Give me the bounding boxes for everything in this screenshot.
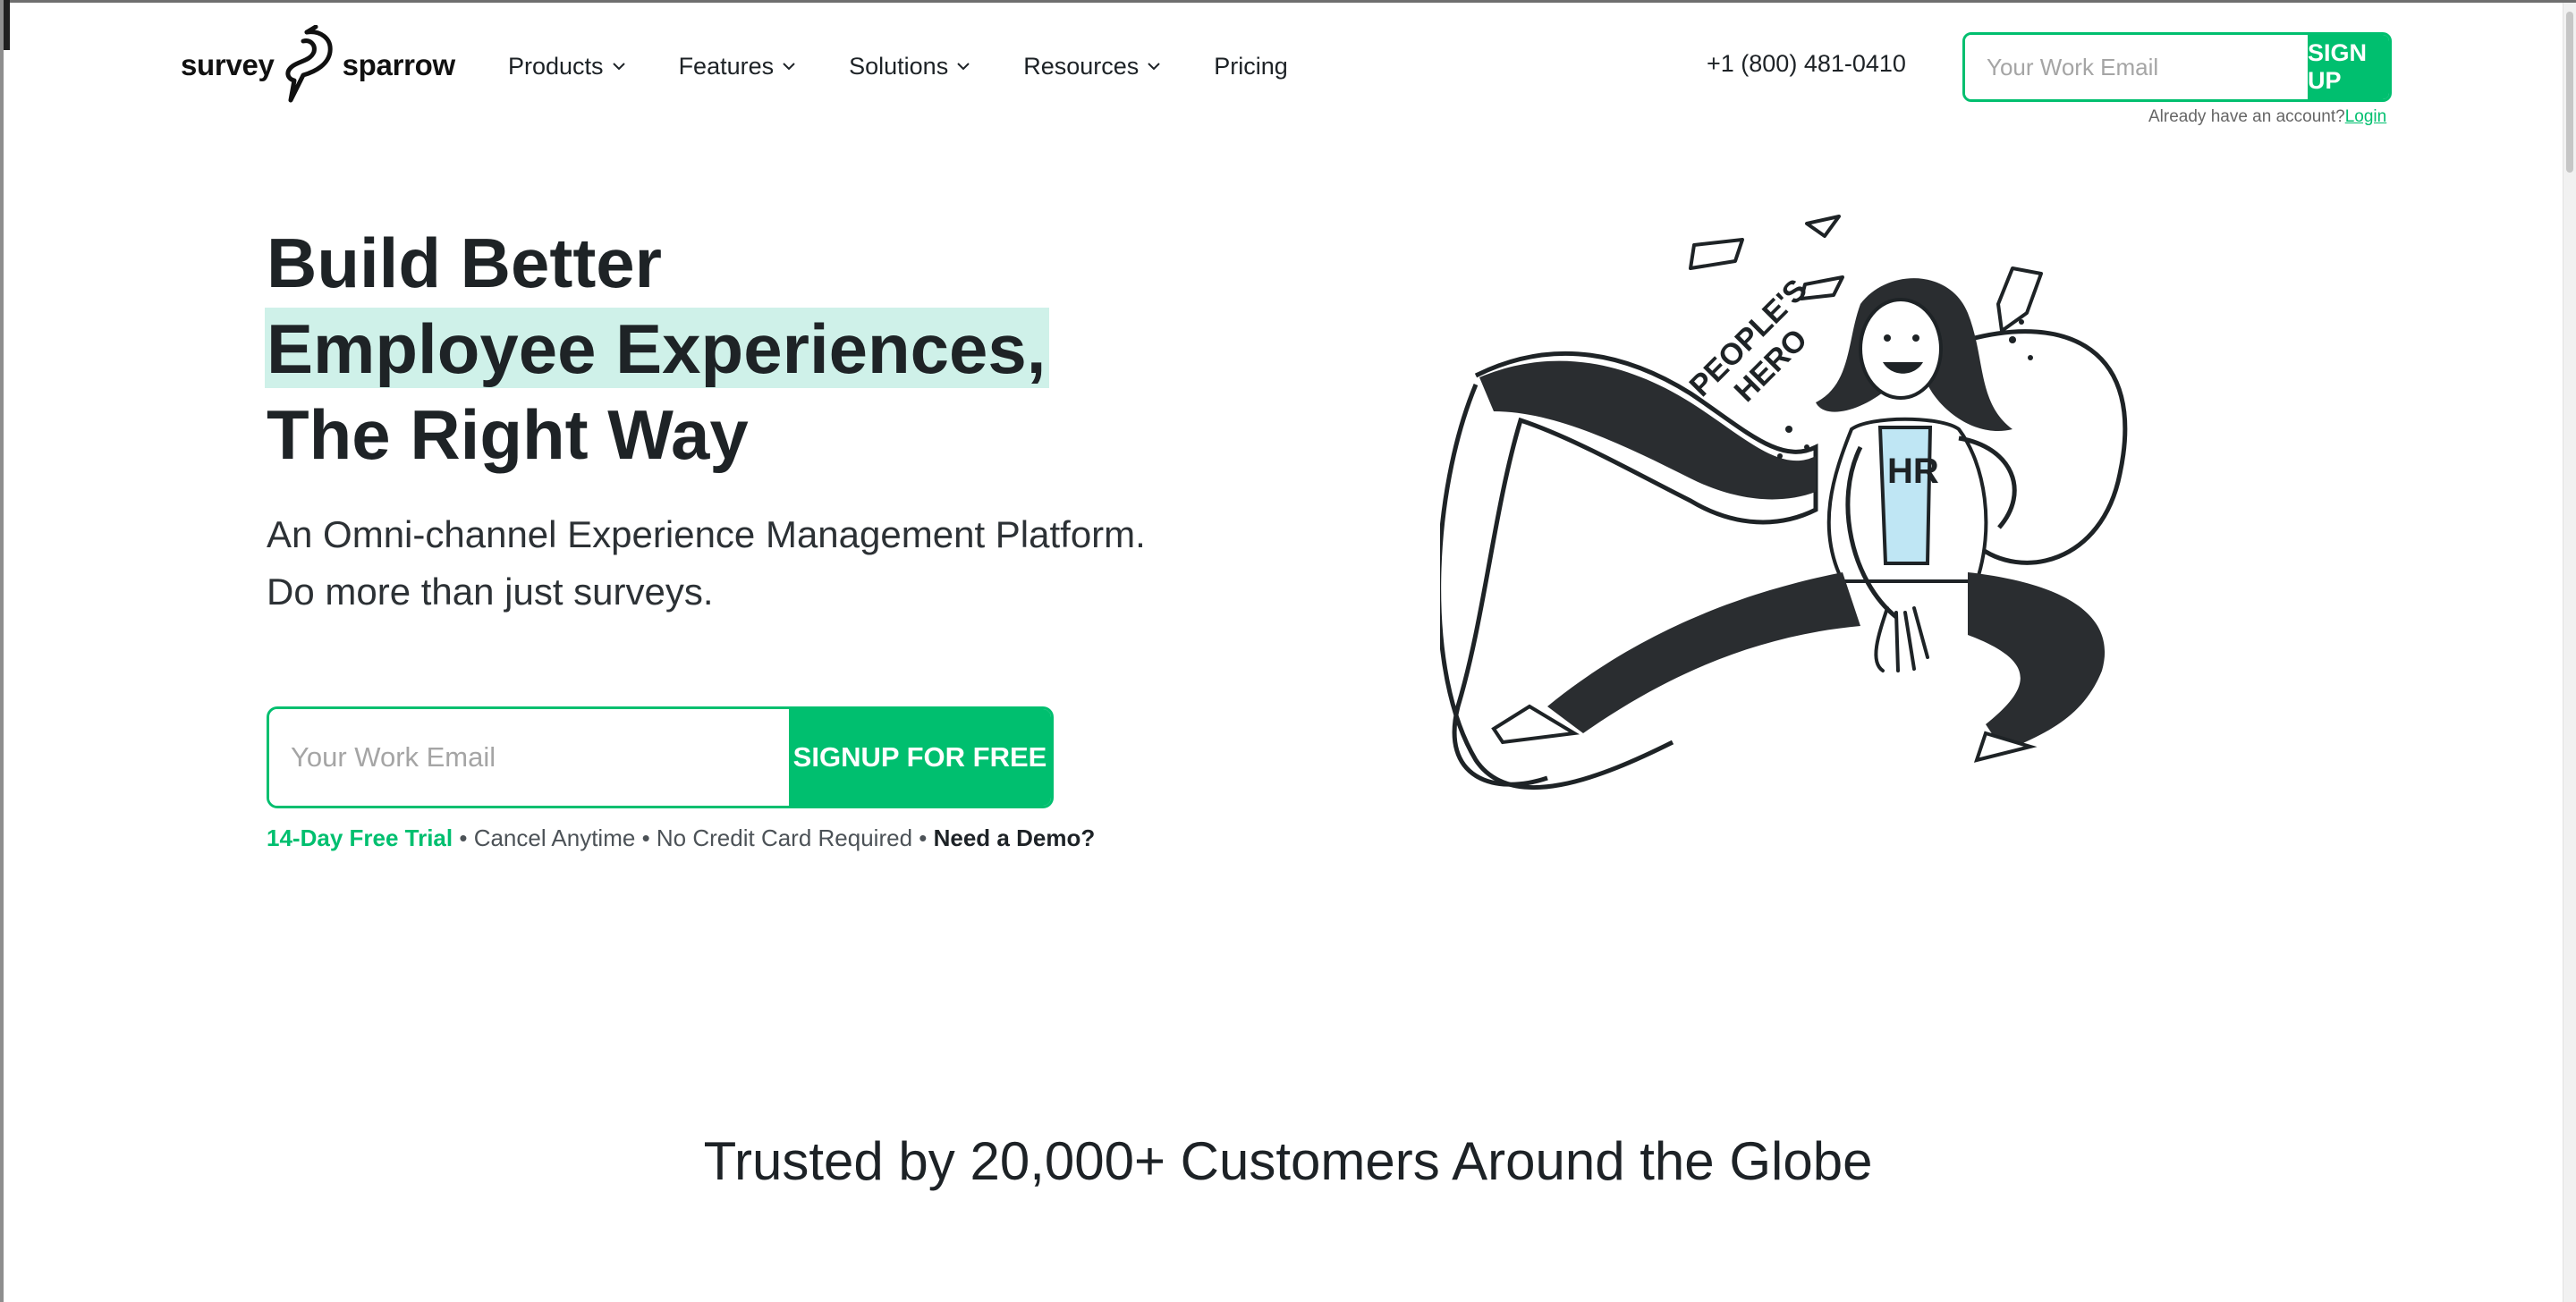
signup-for-free-button[interactable]: SIGNUP FOR FREE [789, 709, 1051, 806]
hero-title-line-1: Build Better [267, 224, 663, 302]
left-leg-shape [1547, 572, 1860, 733]
nav-pricing-label: Pricing [1214, 52, 1288, 80]
hero-title-highlight: Employee Experiences, [265, 308, 1050, 388]
hero-subtitle-line-2: Do more than just surveys. [267, 571, 714, 613]
nav-solutions[interactable]: Solutions [849, 46, 971, 86]
nav-resources[interactable]: Resources [1023, 46, 1162, 86]
hero-subtitle-line-1: An Omni-channel Experience Management Pl… [267, 513, 1146, 555]
page-scrollbar[interactable] [2563, 3, 2576, 1302]
cape-right [1967, 329, 2128, 565]
hr-hero-illustration: PEOPLE'S HERO HR [1440, 215, 2128, 790]
header-email-input[interactable] [1965, 35, 2308, 99]
trial-info: 14-Day Free Trial • Cancel Anytime • No … [267, 824, 1095, 852]
hero-signup-form: SIGNUP FOR FREE [267, 706, 1054, 808]
scrollbar-thumb[interactable] [2566, 12, 2573, 173]
separator: • [635, 824, 657, 851]
nav-products[interactable]: Products [508, 46, 627, 86]
hero-subtitle: An Omni-channel Experience Management Pl… [267, 506, 1146, 621]
nav-pricing[interactable]: Pricing [1214, 46, 1288, 86]
nav-solutions-label: Solutions [849, 52, 949, 80]
surveysparrow-logo[interactable]: survey sparrow [181, 25, 455, 106]
chevron-down-icon [1148, 63, 1160, 71]
hr-shirt-shape [1877, 426, 1933, 565]
nav-features-label: Features [678, 52, 775, 80]
login-prompt-text: Already have an account? [2148, 107, 2345, 126]
login-prompt: Already have an account?Login [2148, 107, 2386, 127]
face-shape [1859, 298, 1943, 400]
hero-title-line-3: The Right Way [267, 395, 749, 474]
no-credit-card-label: No Credit Card Required [656, 824, 913, 851]
separator: • [912, 824, 934, 851]
chevron-down-icon [612, 63, 625, 71]
logo-word-sparrow: sparrow [342, 48, 456, 81]
nav-features[interactable]: Features [679, 46, 798, 86]
nav-products-label: Products [508, 52, 604, 80]
hand-shape [1874, 606, 1929, 672]
sparrow-logo-icon [285, 25, 333, 103]
window-top-border [0, 0, 2576, 3]
window-left-border [0, 0, 4, 1302]
header-signup-form: SIGN UP [1962, 32, 2392, 102]
free-trial-label: 14-Day Free Trial [267, 824, 453, 851]
window-edge-marker [4, 0, 10, 50]
need-a-demo-link[interactable]: Need a Demo? [934, 824, 1096, 851]
main-nav: Products Features Solutions Resources Pr… [508, 46, 1288, 86]
phone-number-link[interactable]: +1 (800) 481-0410 [1707, 50, 1906, 78]
header-signup-button[interactable]: SIGN UP [2308, 35, 2389, 99]
separator: • [453, 824, 474, 851]
logo-word-survey: survey [181, 48, 275, 81]
chevron-down-icon [783, 63, 795, 71]
hero-email-input[interactable] [269, 709, 789, 806]
hr-shirt-text: HR [1887, 452, 1939, 491]
hero-title: Build Better Employee Experiences, The R… [265, 220, 1050, 478]
cancel-anytime-label: Cancel Anytime [473, 824, 636, 851]
trusted-by-heading: Trusted by 20,000+ Customers Around the … [703, 1130, 1873, 1191]
chevron-down-icon [957, 63, 970, 71]
nav-resources-label: Resources [1023, 52, 1140, 80]
right-leg-shape [1968, 572, 2106, 751]
login-link[interactable]: Login [2345, 107, 2387, 126]
